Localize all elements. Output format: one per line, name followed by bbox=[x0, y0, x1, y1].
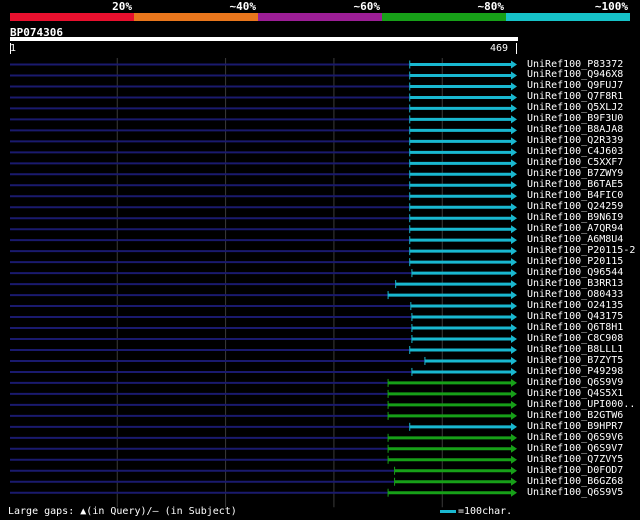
hit-end-arrow-icon bbox=[511, 411, 517, 420]
hit-end-arrow-icon bbox=[511, 422, 517, 431]
hit-label[interactable]: UniRef100_Q6T8H1 bbox=[527, 322, 623, 333]
hit-end-arrow-icon bbox=[511, 389, 517, 398]
hit-end-arrow-icon bbox=[511, 148, 517, 157]
hit-label[interactable]: UniRef100_UPI000.. bbox=[527, 399, 635, 410]
hit-label[interactable]: UniRef100_A6M8U4 bbox=[527, 234, 623, 245]
hit-end-arrow-icon bbox=[511, 302, 517, 311]
hit-label[interactable]: UniRef100_Q24259 bbox=[527, 201, 623, 212]
hit-end-arrow-icon bbox=[511, 345, 517, 354]
hit-label[interactable]: UniRef100_Q7ZVY5 bbox=[527, 454, 623, 465]
hit-end-arrow-icon bbox=[511, 225, 517, 234]
hit-end-arrow-icon bbox=[511, 280, 517, 289]
hit-end-arrow-icon bbox=[511, 247, 517, 256]
hit-end-arrow-icon bbox=[511, 93, 517, 102]
hit-end-arrow-icon bbox=[511, 477, 517, 486]
hit-end-arrow-icon bbox=[511, 203, 517, 212]
hit-label[interactable]: UniRef100_P49298 bbox=[527, 366, 623, 377]
hit-label[interactable]: UniRef100_Q946X8 bbox=[527, 69, 623, 80]
hit-label[interactable]: UniRef100_B8LLL1 bbox=[527, 344, 623, 355]
hit-label[interactable]: UniRef100_B4FIC0 bbox=[527, 190, 623, 201]
hit-label[interactable]: UniRef100_B9F3U0 bbox=[527, 113, 623, 124]
hit-label[interactable]: UniRef100_P83372 bbox=[527, 59, 623, 70]
hit-end-arrow-icon bbox=[511, 170, 517, 179]
hit-end-arrow-icon bbox=[511, 115, 517, 124]
hit-label[interactable]: UniRef100_B2GTW6 bbox=[527, 410, 623, 421]
scale-text: =100char. bbox=[458, 506, 513, 517]
hit-end-arrow-icon bbox=[511, 159, 517, 168]
subject-gap-text: /— (in Subject) bbox=[146, 506, 237, 517]
hit-label[interactable]: UniRef100_B7ZYT5 bbox=[527, 355, 623, 366]
hit-end-arrow-icon bbox=[511, 258, 517, 267]
hit-label[interactable]: UniRef100_A7QR94 bbox=[527, 223, 623, 234]
legend-label: ~80% bbox=[477, 0, 505, 13]
hit-label[interactable]: UniRef100_B7ZWY9 bbox=[527, 168, 623, 179]
legend-label: ~60% bbox=[353, 0, 381, 13]
hit-label[interactable]: UniRef100_Q7F8R1 bbox=[527, 91, 623, 102]
hit-end-arrow-icon bbox=[511, 126, 517, 135]
legend-label: ~40% bbox=[229, 0, 257, 13]
hit-label[interactable]: UniRef100_Q6S9V7 bbox=[527, 443, 623, 454]
hit-end-arrow-icon bbox=[511, 335, 517, 343]
hit-end-arrow-icon bbox=[511, 71, 517, 80]
hit-end-arrow-icon bbox=[511, 433, 517, 442]
hit-end-arrow-icon bbox=[511, 192, 517, 201]
hit-end-arrow-icon bbox=[511, 466, 517, 475]
hit-label[interactable]: UniRef100_Q6S9V5 bbox=[527, 487, 623, 498]
gaps-label: Large gaps: bbox=[8, 506, 75, 517]
hit-end-arrow-icon bbox=[511, 82, 517, 91]
hit-end-arrow-icon bbox=[511, 291, 517, 300]
hit-label[interactable]: UniRef100_B6GZ68 bbox=[527, 476, 623, 487]
scale-legend: =100char. bbox=[440, 506, 512, 517]
hit-end-arrow-icon bbox=[511, 356, 517, 365]
hit-label[interactable]: UniRef100_Q2R339 bbox=[527, 135, 623, 146]
hit-end-arrow-icon bbox=[511, 313, 517, 322]
hit-label[interactable]: UniRef100_O24135 bbox=[527, 300, 623, 311]
hit-end-arrow-icon bbox=[511, 367, 517, 376]
hit-label[interactable]: UniRef100_Q4S5X1 bbox=[527, 388, 623, 399]
hit-end-arrow-icon bbox=[511, 60, 517, 69]
hit-end-arrow-icon bbox=[511, 378, 517, 387]
hit-end-arrow-icon bbox=[511, 236, 517, 245]
legend-label: 20% bbox=[112, 0, 132, 13]
query-gap-text: (in Query) bbox=[86, 506, 147, 517]
legend-label: ~100% bbox=[594, 0, 628, 13]
hit-label[interactable]: UniRef100_D0FOD7 bbox=[527, 465, 623, 476]
hit-end-arrow-icon bbox=[511, 488, 517, 497]
hit-label[interactable]: UniRef100_Q5XLJ2 bbox=[527, 102, 623, 113]
gaps-legend: Large gaps: ▲(in Query)/— (in Subject) bbox=[8, 506, 237, 517]
hit-label[interactable]: UniRef100_Q96544 bbox=[527, 267, 623, 278]
hit-label[interactable]: UniRef100_C4J603 bbox=[527, 146, 623, 157]
hit-label[interactable]: UniRef100_P20115 bbox=[527, 256, 623, 267]
hit-label[interactable]: UniRef100_Q9FUJ7 bbox=[527, 80, 623, 91]
hit-label[interactable]: UniRef100_C8C908 bbox=[527, 333, 623, 344]
hit-label[interactable]: UniRef100_B6TAE5 bbox=[527, 179, 623, 190]
hit-end-arrow-icon bbox=[511, 269, 517, 278]
hit-end-arrow-icon bbox=[511, 181, 517, 190]
hit-end-arrow-icon bbox=[511, 444, 517, 453]
scale-swatch-icon bbox=[440, 509, 456, 513]
hit-label[interactable]: UniRef100_B9N6I9 bbox=[527, 212, 623, 223]
hit-label[interactable]: UniRef100_Q6S9V9 bbox=[527, 377, 623, 388]
hit-end-arrow-icon bbox=[511, 214, 517, 223]
hit-end-arrow-icon bbox=[511, 400, 517, 409]
hit-end-arrow-icon bbox=[511, 324, 517, 333]
hit-label[interactable]: UniRef100_B3RR13 bbox=[527, 278, 623, 289]
hit-end-arrow-icon bbox=[511, 455, 517, 464]
hit-label[interactable]: UniRef100_Q43175 bbox=[527, 311, 623, 322]
hit-end-arrow-icon bbox=[511, 104, 517, 113]
hit-label[interactable]: UniRef100_B9HPR7 bbox=[527, 421, 623, 432]
hit-label[interactable]: UniRef100_C5XXF7 bbox=[527, 157, 623, 168]
hit-label[interactable]: UniRef100_O80433 bbox=[527, 289, 623, 300]
hit-end-arrow-icon bbox=[511, 137, 517, 146]
hit-label[interactable]: UniRef100_B8AJA8 bbox=[527, 124, 623, 135]
hit-label[interactable]: UniRef100_Q6S9V6 bbox=[527, 432, 623, 443]
hit-label[interactable]: UniRef100_P20115-2 bbox=[527, 245, 635, 256]
